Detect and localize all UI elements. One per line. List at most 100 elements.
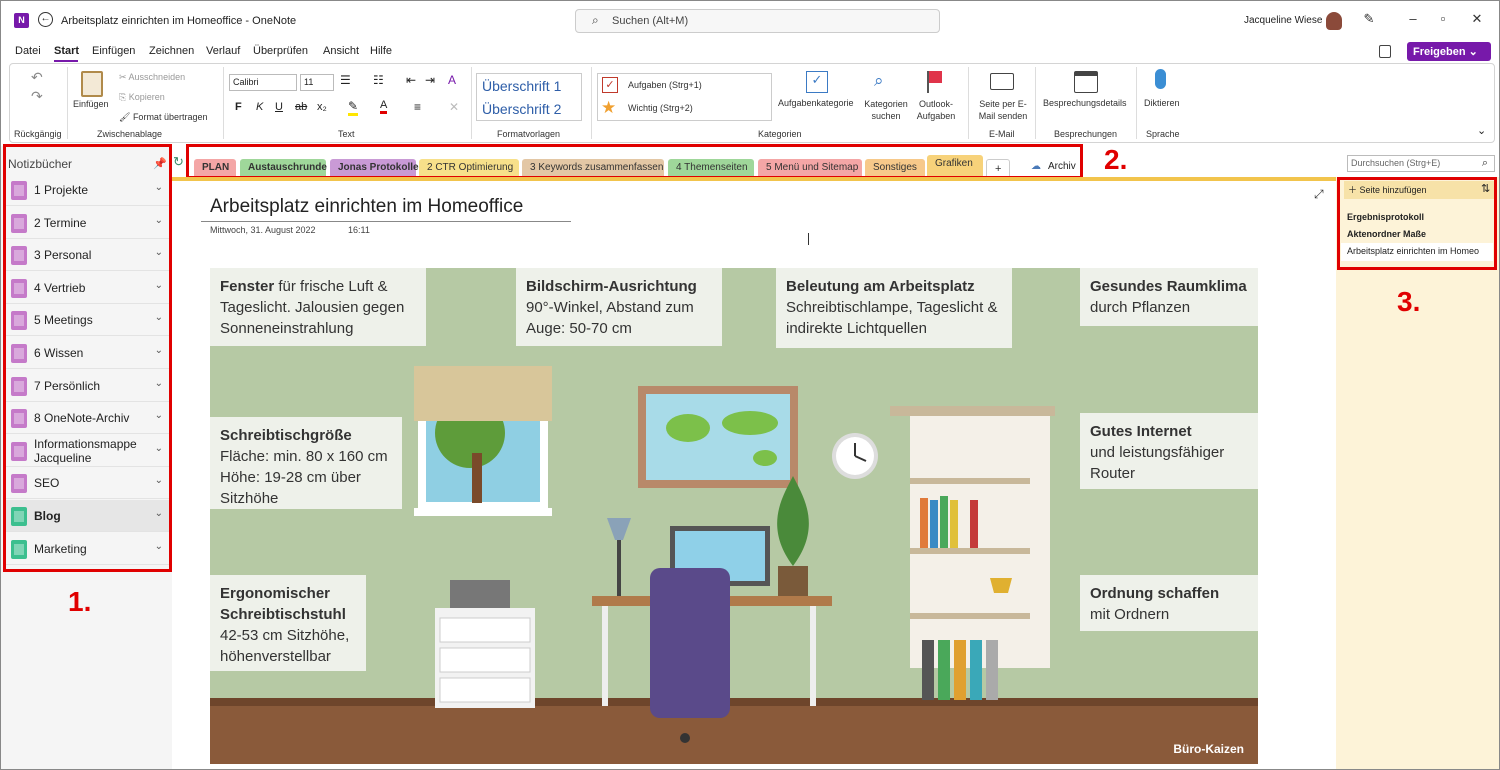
microphone-icon[interactable] [1155,69,1166,89]
info-card-title: Beleutung am Arbeitsplatz [786,278,975,295]
search-input: Suchen (Alt+M) [612,15,689,27]
section-search-placeholder: Durchsuchen (Strg+E) [1351,158,1441,168]
menu-view[interactable]: Ansicht [323,45,359,57]
styles-icon[interactable]: A [448,73,456,87]
meeting-details-button[interactable]: Besprechungsdetails [1043,98,1127,108]
bullets-icon[interactable]: ☰ [340,73,351,87]
notebook-icon[interactable] [1379,45,1391,58]
bold-icon[interactable]: F [235,101,242,113]
info-card-title: Gutes Internet [1090,423,1192,440]
window-illustration [414,366,552,516]
flag-icon[interactable] [928,71,942,83]
minimize-button[interactable]: – [1403,11,1423,31]
menu-start[interactable]: Start [54,45,79,57]
font-size-select[interactable]: 11 [300,74,334,91]
info-card-text: Schreibtischlampe, Tageslicht & indirekt… [786,299,998,337]
clear-format-icon[interactable]: ✕ [449,100,459,114]
tag-todo[interactable]: Aufgaben (Strg+1) [628,80,702,90]
ribbon-separator [471,67,472,139]
email-group-label: E-Mail [989,129,1015,139]
meetings-group-label: Besprechungen [1054,129,1118,139]
menu-history[interactable]: Verlauf [206,45,240,57]
onenote-logo-icon: N [14,13,29,28]
tag-category-icon[interactable]: ✓ [806,71,828,93]
share-button[interactable]: Freigeben ⌄ [1407,42,1491,61]
voice-group-label: Sprache [1146,129,1180,139]
info-card-text: mit Ordnern [1090,606,1170,623]
ribbon-collapse-icon[interactable]: ⌄ [1477,124,1486,137]
font-color-icon[interactable]: A [380,99,388,114]
outdent-icon[interactable]: ⇤ [406,73,416,87]
italic-icon[interactable]: K [256,101,263,113]
search-box[interactable]: ⌕ Suchen (Alt+M) [575,9,940,33]
font-value: Calibri [233,77,259,87]
styles-group-label: Formatvorlagen [497,129,561,139]
info-card-text: und leistungsfähiger Router [1090,444,1225,482]
title-bar: N ← Arbeitsplatz einrichten im Homeoffic… [1,1,1499,41]
find-tags-icon[interactable]: ⌕ [874,71,884,91]
tag-category-button[interactable]: Aufgabenkategorie [778,98,854,108]
info-card-title: Ordnung schaffen [1090,585,1220,602]
info-card-title: Schreibtischgröße [220,427,352,444]
highlight-icon[interactable]: ✎ [348,99,359,116]
sync-icon[interactable]: ↻ [173,154,184,170]
styles-gallery[interactable]: Überschrift 1 Überschrift 2 [476,73,582,121]
format-painter-button[interactable]: 🖌 Format übertragen [119,112,207,123]
copy-button[interactable]: ⎘ Kopieren [119,92,165,103]
paste-button[interactable]: Einfügen [73,99,109,109]
strikethrough-icon[interactable]: ab [295,101,307,113]
menu-insert[interactable]: Einfügen [92,45,135,57]
page-title[interactable]: Arbeitsplatz einrichten im Homeoffice [210,196,523,218]
find-tags-button[interactable]: Kategorien suchen [862,98,910,122]
section-search-input[interactable]: Durchsuchen (Strg+E) ⌕ [1347,155,1495,172]
underline-icon[interactable]: U [275,101,283,113]
checkbox-icon: ✓ [602,77,618,93]
menu-review[interactable]: Überprüfen [253,45,308,57]
find-tags-label: Kategorien suchen [864,99,908,121]
avatar[interactable] [1326,12,1342,30]
style-heading2[interactable]: Überschrift 2 [482,101,561,117]
pen-icon[interactable]: ✎ [1359,11,1379,31]
subscript-icon[interactable]: x₂ [317,101,327,113]
align-icon[interactable]: ≡ [414,100,421,114]
back-icon[interactable]: ← [38,12,53,27]
window-title: Arbeitsplatz einrichten im Homeoffice - … [61,15,297,27]
email-page-button[interactable]: Seite per E-Mail senden [976,98,1030,122]
tags-group-label: Kategorien [758,129,802,139]
shelf-illustration [890,406,1055,700]
expand-icon[interactable]: ⤢ [1314,187,1324,202]
calendar-icon[interactable] [1074,71,1098,93]
ribbon-separator [1035,67,1036,139]
dictate-button[interactable]: Diktieren [1144,98,1180,108]
info-card-text: Fläche: min. 80 x 160 cm Höhe: 19-28 cm … [220,448,388,507]
user-name[interactable]: Jacqueline Wiese [1244,15,1322,26]
cut-button[interactable]: ✂ Ausschneiden [119,72,185,83]
menu-help[interactable]: Hilfe [370,45,392,57]
tag-important[interactable]: Wichtig (Strg+2) [628,103,693,113]
maximize-button[interactable]: ▫ [1433,11,1453,31]
redo-icon[interactable]: ↷ [31,88,43,105]
font-size-value: 11 [304,77,314,87]
indent-icon[interactable]: ⇥ [425,73,435,87]
undo-icon[interactable]: ↶ [31,69,43,86]
flag-pole [927,71,929,93]
clock-illustration [832,433,878,479]
numbering-icon[interactable]: ☷ [373,73,384,87]
info-card-title: Bildschirm-Ausrichtung [526,278,697,295]
tags-gallery[interactable]: ✓ Aufgaben (Strg+1) ★ Wichtig (Strg+2) [597,73,772,121]
font-select[interactable]: Calibri [229,74,297,91]
outlook-tasks-label: Outlook-Aufgaben [916,99,956,121]
style-heading1[interactable]: Überschrift 1 [482,78,561,94]
menu-draw[interactable]: Zeichnen [149,45,194,57]
email-icon[interactable] [990,73,1014,90]
email-page-label: Seite per E-Mail senden [978,99,1028,121]
close-button[interactable]: ✕ [1467,11,1487,31]
clipboard-icon[interactable] [81,71,103,97]
menu-file[interactable]: Datei [15,45,41,57]
info-card-monitor: Bildschirm-Ausrichtung 90°-Winkel, Abstan… [516,268,722,346]
highlight-box-pages [1337,177,1497,270]
info-card-order: Ordnung schaffen mit Ordnern [1080,575,1258,631]
outlook-tasks-button[interactable]: Outlook-Aufgaben [911,98,961,122]
search-icon: ⌕ [1481,157,1488,169]
info-card-text: 90°-Winkel, Abstand zum Auge: 50-70 cm [526,299,694,337]
